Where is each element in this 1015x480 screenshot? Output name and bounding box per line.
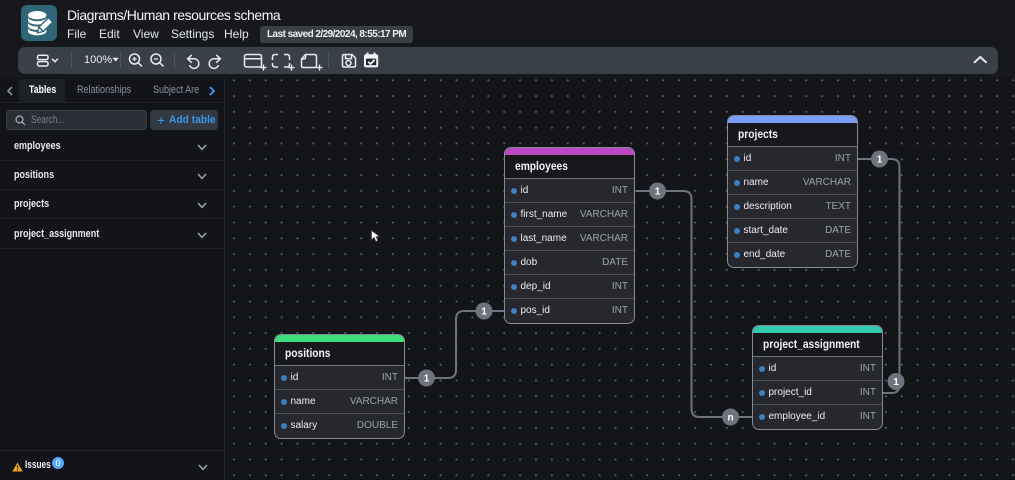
svg-text:n: n	[727, 413, 733, 424]
svg-text:1: 1	[877, 155, 883, 166]
svg-text:1: 1	[655, 187, 661, 198]
svg-text:1: 1	[893, 377, 899, 388]
svg-text:1: 1	[481, 307, 487, 318]
svg-text:100%: 100%	[84, 54, 112, 66]
svg-text:1: 1	[424, 374, 430, 385]
